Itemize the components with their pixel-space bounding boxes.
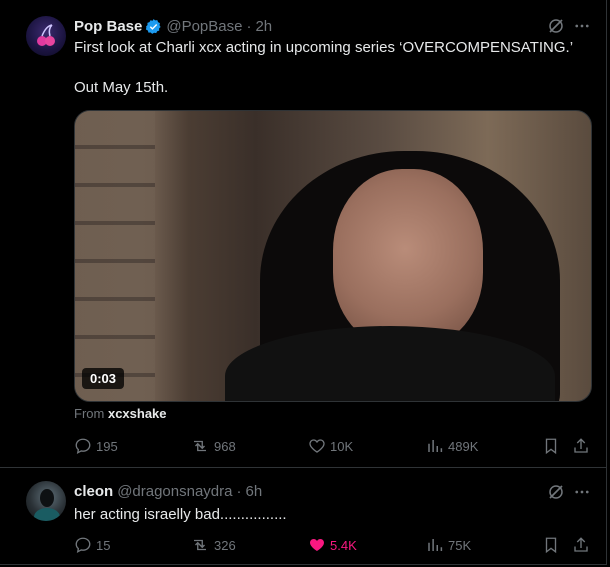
post-text: First look at Charli xcx acting in upcom…	[74, 39, 574, 56]
like-count: 5.4K	[330, 537, 357, 553]
like-button[interactable]: 5.4K	[308, 535, 357, 555]
post-header: Pop Base @PopBase · 2h	[74, 16, 272, 36]
share-button[interactable]	[572, 535, 590, 555]
repost-icon	[194, 440, 206, 452]
views-count: 489K	[448, 438, 479, 454]
reply-header: cleon @dragonsnaydra · 6h	[74, 481, 262, 501]
share-icon	[574, 537, 588, 552]
bookmark-button[interactable]	[542, 535, 560, 555]
verified-badge-icon	[145, 18, 162, 35]
views-count: 75K	[448, 537, 472, 553]
video-frame-face	[333, 169, 483, 347]
reply-icon	[75, 438, 91, 454]
more-icon[interactable]	[571, 15, 593, 37]
grok-icon[interactable]	[545, 481, 567, 503]
bookmark-button[interactable]	[542, 436, 560, 456]
separator: ·	[246, 17, 252, 35]
bookmark-icon	[545, 537, 557, 554]
reply-button[interactable]: 195	[74, 436, 118, 456]
author-name[interactable]: Pop Base	[74, 18, 142, 35]
timestamp[interactable]: 2h	[255, 18, 272, 35]
reply-button[interactable]: 15	[74, 535, 110, 555]
repost-count: 326	[214, 537, 236, 553]
repost-icon	[194, 539, 206, 551]
avatar[interactable]	[26, 16, 66, 56]
reply-text: her acting israelly bad................	[74, 506, 287, 523]
reply-actions: 15 326 5.4K 75K	[74, 535, 594, 555]
share-button[interactable]	[572, 436, 590, 456]
author-name[interactable]: cleon	[74, 483, 113, 500]
like-button[interactable]: 10K	[308, 436, 353, 456]
grok-icon[interactable]	[545, 15, 567, 37]
views-icon	[428, 440, 443, 452]
like-icon	[310, 539, 324, 551]
repost-button[interactable]: 968	[190, 436, 236, 456]
from-label: From	[74, 406, 105, 421]
views-icon	[428, 539, 443, 551]
video-frame-wall	[75, 111, 155, 401]
from-attribution: From xcxshake	[74, 406, 167, 421]
video-player[interactable]	[74, 110, 592, 402]
reply-count: 15	[96, 537, 111, 553]
avatar[interactable]	[26, 481, 66, 521]
author-handle[interactable]: @dragonsnaydra	[117, 483, 232, 500]
post-actions: 195 968 10K 489K	[74, 436, 594, 456]
views-button[interactable]: 75K	[426, 535, 471, 555]
reply-icon	[75, 537, 91, 553]
video-duration: 0:03	[82, 368, 125, 389]
timestamp[interactable]: 6h	[246, 483, 263, 500]
author-handle[interactable]: @PopBase	[166, 18, 242, 35]
post-text-line2: Out May 15th.	[74, 79, 169, 96]
share-icon	[574, 438, 588, 453]
views-button[interactable]: 489K	[426, 436, 478, 456]
from-account-link[interactable]: xcxshake	[108, 406, 167, 421]
post-divider	[0, 467, 607, 468]
like-icon	[309, 439, 325, 453]
bookmark-icon	[545, 438, 557, 455]
repost-count: 968	[214, 438, 236, 454]
separator: ·	[236, 482, 242, 500]
repost-button[interactable]: 326	[190, 535, 236, 555]
reply-count: 195	[96, 438, 118, 454]
more-icon[interactable]	[571, 481, 593, 503]
like-count: 10K	[330, 438, 354, 454]
